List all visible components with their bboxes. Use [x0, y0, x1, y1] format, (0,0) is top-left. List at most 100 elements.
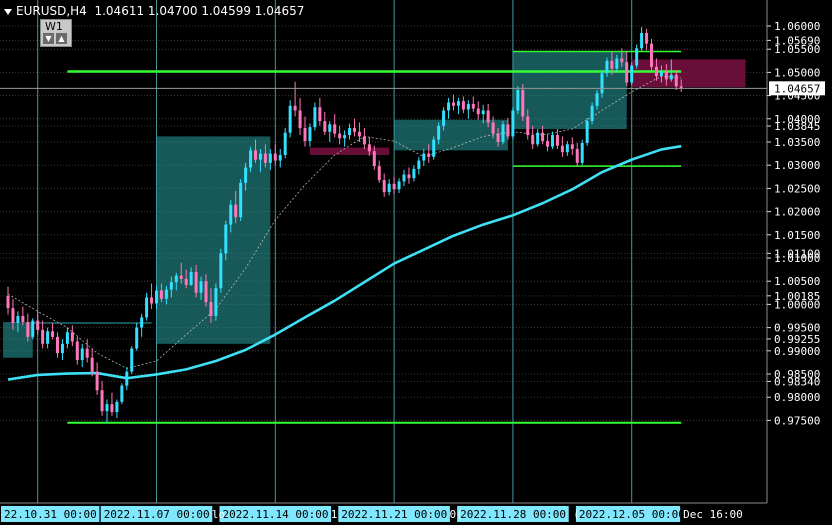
candle-body-0: [6, 296, 10, 309]
candle-body-104: [521, 90, 525, 117]
candle-body-38: [194, 271, 198, 293]
candle-body-19: [100, 390, 104, 412]
candle-body-17: [90, 357, 94, 372]
zone-box-3: [394, 119, 508, 151]
y-tick-label-11: 1.01500: [774, 229, 820, 242]
chart-window[interactable]: 1.06000 1.05690 1.05500 1.05000 1.04500 1.040…: [0, 0, 832, 525]
candle-body-3: [21, 316, 25, 323]
candle-body-134: [669, 74, 673, 80]
y-tick-label-22: 0.98000: [774, 391, 820, 404]
candle-body-25: [130, 348, 134, 372]
candle-body-116: [580, 142, 584, 163]
x-tick-label-2: 2022.11.14 00:00: [223, 508, 329, 521]
candle-body-69: [348, 128, 352, 136]
menu-triangle-icon[interactable]: [4, 8, 12, 15]
candle-body-29: [150, 297, 154, 304]
candle-body-73: [367, 144, 371, 152]
zone-box-2: [156, 136, 271, 344]
y-tick-label-8: 1.03000: [774, 159, 820, 172]
candle-body-117: [585, 121, 589, 143]
candle-body-39: [199, 281, 203, 293]
zone-box-5: [309, 147, 390, 155]
candle-body-37: [189, 271, 193, 285]
y-tick-label-0: 1.06000: [774, 20, 820, 33]
candle-body-49: [249, 150, 253, 168]
candle-body-94: [471, 103, 475, 109]
candle-body-32: [164, 289, 168, 299]
candle-body-77: [387, 183, 391, 193]
candle-body-54: [273, 153, 277, 161]
y-tick-label-9: 1.02500: [774, 182, 820, 195]
candle-body-130: [650, 43, 653, 67]
candle-body-99: [496, 133, 500, 142]
candle-body-23: [120, 385, 124, 402]
candle-body-80: [402, 174, 406, 182]
candle-body-62: [313, 107, 317, 128]
candle-body-59: [298, 110, 302, 129]
candle-body-84: [422, 153, 426, 161]
candle-body-98: [491, 122, 495, 134]
candle-body-88: [442, 110, 446, 126]
candle-body-4: [26, 322, 30, 337]
candle-body-113: [565, 144, 569, 153]
price-chart[interactable]: 1.060001.056901.055001.050001.045001.040…: [0, 0, 832, 525]
candle-body-89: [447, 102, 451, 111]
y-tick-label-7: 1.03500: [774, 136, 820, 149]
candle-body-65: [328, 124, 332, 132]
candle-body-13: [70, 332, 74, 342]
candle-body-114: [570, 144, 574, 149]
candle-body-75: [377, 166, 381, 181]
candle-body-45: [229, 204, 233, 225]
candle-body-24: [125, 371, 129, 386]
ohlc-values: 1.04611 1.04700 1.04599 1.04657: [94, 4, 305, 18]
candle-body-79: [397, 181, 401, 190]
candle-body-31: [159, 290, 163, 299]
y-tick-label-19: 0.99000: [774, 345, 820, 358]
candle-body-82: [412, 168, 416, 179]
y-tick-label-10: 1.02000: [774, 206, 820, 219]
x-partial-label-2: 0(: [450, 508, 463, 521]
candle-body-21: [110, 404, 114, 413]
zone-box-1: [32, 322, 152, 325]
x-partial-label-1: 1: [331, 508, 338, 521]
candle-body-108: [541, 132, 545, 142]
candle-body-64: [323, 121, 327, 132]
candle-body-111: [555, 135, 559, 146]
candle-body-10: [56, 336, 59, 354]
x-partial-label-3: (: [573, 508, 580, 521]
candle-body-61: [308, 127, 312, 142]
candle-body-76: [382, 180, 386, 193]
candle-body-78: [392, 183, 396, 190]
y-tick-label-16: 1.00000: [774, 298, 820, 311]
candle-body-16: [85, 348, 89, 358]
candle-body-86: [432, 139, 436, 157]
candle-body-57: [288, 105, 292, 133]
zone-box-6: [631, 59, 746, 88]
candle-body-51: [258, 153, 262, 160]
y-tick-label-13: 1.01000: [774, 252, 820, 265]
candle-body-97: [486, 110, 490, 123]
candle-body-44: [224, 224, 228, 254]
period-down-arrow-icon[interactable]: ▼: [43, 33, 54, 44]
y-tick-label-14: 1.00500: [774, 275, 820, 288]
chart-header: EURUSD,H4 1.04611 1.04700 1.04599 1.0465…: [4, 4, 304, 18]
candle-body-110: [551, 135, 554, 147]
candle-body-41: [209, 302, 213, 316]
candle-body-112: [560, 145, 564, 153]
candle-body-36: [184, 278, 188, 285]
candle-body-12: [65, 332, 69, 344]
symbol-timeframe: EURUSD,H4: [16, 4, 87, 18]
candle-body-90: [452, 102, 455, 106]
candle-body-46: [234, 204, 238, 218]
candle-body-95: [476, 108, 480, 115]
candle-body-9: [51, 331, 55, 337]
candle-body-133: [664, 71, 668, 80]
candle-body-60: [303, 128, 307, 142]
period-widget[interactable]: W1 ▼ ▲: [40, 19, 72, 47]
candle-body-55: [278, 154, 282, 161]
candle-body-125: [625, 62, 629, 83]
candle-body-63: [318, 107, 322, 122]
candle-body-33: [169, 282, 173, 290]
x-tick-label-1: 2022.11.07 00:00: [104, 508, 210, 521]
period-up-arrow-icon[interactable]: ▲: [56, 33, 67, 44]
